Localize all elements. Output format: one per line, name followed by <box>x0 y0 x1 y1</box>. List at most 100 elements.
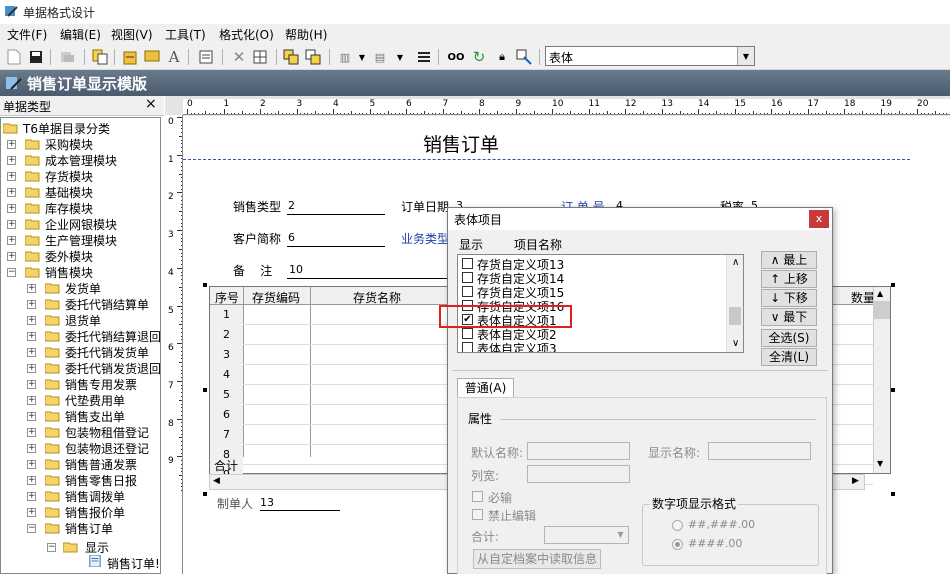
expand-icon[interactable]: + <box>7 172 16 181</box>
sales-type-num[interactable]: 2 <box>288 199 295 212</box>
customer-label[interactable]: 客户简称 <box>233 230 281 247</box>
expand-icon[interactable]: + <box>7 236 16 245</box>
document-type-tree[interactable]: T6单据目录分类 + 采购模块 + 成本管理模块 + 存货模块 + 基础模块 +… <box>0 117 161 574</box>
grid-vscroll[interactable]: ▲ ▼ <box>873 287 890 473</box>
menu-file[interactable]: 文件(F) <box>7 26 47 43</box>
chevron-down-icon[interactable]: ∨ <box>732 338 739 349</box>
checkbox[interactable] <box>462 328 473 339</box>
document-title[interactable]: 销售订单 <box>423 130 499 157</box>
scroll-thumb[interactable] <box>874 301 890 319</box>
delete-icon[interactable]: ✕ <box>229 47 249 67</box>
checkbox[interactable] <box>462 258 473 269</box>
dialog-title-bar[interactable]: 表体项目 x <box>448 208 832 230</box>
expand-icon[interactable]: + <box>27 444 36 453</box>
menu-tools[interactable]: 工具(T) <box>165 26 206 43</box>
save-icon[interactable] <box>26 47 46 67</box>
display-name-field[interactable] <box>708 442 811 460</box>
properties-icon[interactable] <box>196 47 216 67</box>
order-date-label[interactable]: 订单日期 <box>401 198 449 215</box>
paste-icon[interactable] <box>120 47 140 67</box>
expand-icon[interactable]: + <box>27 492 36 501</box>
cut-icon[interactable] <box>58 47 78 67</box>
expand-icon[interactable]: + <box>27 284 36 293</box>
chevron-down-icon[interactable]: ▼ <box>737 47 754 65</box>
arrow-down-icon[interactable]: ▼ <box>877 459 883 468</box>
total-select[interactable]: ▼ <box>544 526 629 544</box>
menu-format[interactable]: 格式化(O) <box>219 26 274 43</box>
expand-icon[interactable]: + <box>7 252 16 261</box>
bring-front-icon[interactable] <box>281 47 301 67</box>
move-up-button[interactable]: ↑ 上移 <box>761 270 817 288</box>
expand-icon[interactable]: + <box>27 364 36 373</box>
remark-num[interactable]: 10 <box>289 263 303 276</box>
collapse-icon[interactable]: − <box>7 268 16 277</box>
required-checkbox[interactable] <box>472 491 483 502</box>
tab-normal[interactable]: 普通(A) <box>457 378 514 398</box>
collapse-icon[interactable]: − <box>27 524 36 533</box>
expand-icon[interactable]: + <box>27 300 36 309</box>
size-icon[interactable]: ▤ <box>370 47 390 67</box>
sales-type-label[interactable]: 销售类型 <box>233 198 281 215</box>
align-dropdown-icon[interactable]: ▼ <box>352 47 372 67</box>
layout-icon[interactable] <box>514 47 534 67</box>
maker-num[interactable]: 13 <box>260 496 274 509</box>
expand-icon[interactable]: + <box>7 156 16 165</box>
scroll-thumb[interactable] <box>729 307 741 325</box>
close-icon[interactable]: x <box>809 210 829 228</box>
handle[interactable] <box>891 388 895 392</box>
expand-icon[interactable]: + <box>27 460 36 469</box>
collapse-icon[interactable]: − <box>47 543 56 552</box>
copy-icon[interactable] <box>90 47 110 67</box>
expand-icon[interactable]: + <box>27 380 36 389</box>
preview-icon[interactable]: OO <box>446 47 466 67</box>
maker-label[interactable]: 制单人 <box>217 495 253 512</box>
new-icon[interactable] <box>4 47 24 67</box>
expand-icon[interactable]: + <box>7 140 16 149</box>
handle[interactable] <box>203 492 207 496</box>
arrow-right-icon[interactable]: ▶ <box>852 476 859 486</box>
arrow-up-icon[interactable]: ▲ <box>877 289 883 298</box>
expand-icon[interactable]: + <box>7 188 16 197</box>
biz-type-label[interactable]: 业务类型 <box>401 230 449 247</box>
expand-icon[interactable]: + <box>7 220 16 229</box>
col-header-seq[interactable]: 序号 <box>215 289 239 306</box>
remark-label[interactable]: 备 注 <box>233 262 272 279</box>
section-select[interactable]: 表体 ▼ <box>545 46 755 66</box>
handle[interactable] <box>891 492 895 496</box>
items-list[interactable]: 存货自定义项13 存货自定义项14 存货自定义项15 存货自定义项16 ✔ 表体… <box>457 254 744 353</box>
expand-icon[interactable]: + <box>27 396 36 405</box>
menu-view[interactable]: 视图(V) <box>111 26 153 43</box>
expand-icon[interactable]: + <box>27 476 36 485</box>
format1-radio[interactable] <box>672 520 683 531</box>
col-header-qty[interactable]: 数量 <box>851 289 875 306</box>
col-width-field[interactable] <box>527 465 630 483</box>
move-down-button[interactable]: ↓ 下移 <box>761 289 817 307</box>
no-edit-checkbox[interactable] <box>472 509 483 520</box>
move-bottom-button[interactable]: ∨ 最下 <box>761 308 817 326</box>
size-dropdown-icon[interactable]: ▼ <box>390 47 410 67</box>
menu-edit[interactable]: 编辑(E) <box>60 26 101 43</box>
handle[interactable] <box>203 283 207 287</box>
checkbox[interactable] <box>462 272 473 283</box>
menu-help[interactable]: 帮助(H) <box>285 26 327 43</box>
arrow-left-icon[interactable]: ◀ <box>213 476 220 486</box>
clear-all-button[interactable]: 全清(L) <box>761 348 817 366</box>
expand-icon[interactable]: + <box>27 428 36 437</box>
expand-icon[interactable]: + <box>27 508 36 517</box>
expand-icon[interactable]: + <box>27 348 36 357</box>
col-header-name[interactable]: 存货名称 <box>353 289 401 306</box>
handle[interactable] <box>891 283 895 287</box>
chevron-down-icon[interactable]: ▼ <box>613 527 628 543</box>
default-name-field[interactable] <box>527 442 630 460</box>
expand-icon[interactable]: + <box>27 412 36 421</box>
expand-icon[interactable]: + <box>27 332 36 341</box>
justify-icon[interactable] <box>414 47 434 67</box>
lock-icon[interactable]: 🔒︎ <box>492 47 512 67</box>
move-top-button[interactable]: ∧ 最上 <box>761 251 817 269</box>
grid-icon[interactable] <box>250 47 270 67</box>
format2-radio[interactable] <box>672 539 683 550</box>
expand-icon[interactable]: + <box>27 316 36 325</box>
close-icon[interactable]: × <box>145 96 157 112</box>
font-icon[interactable]: A <box>164 47 184 67</box>
checkbox[interactable] <box>462 286 473 297</box>
